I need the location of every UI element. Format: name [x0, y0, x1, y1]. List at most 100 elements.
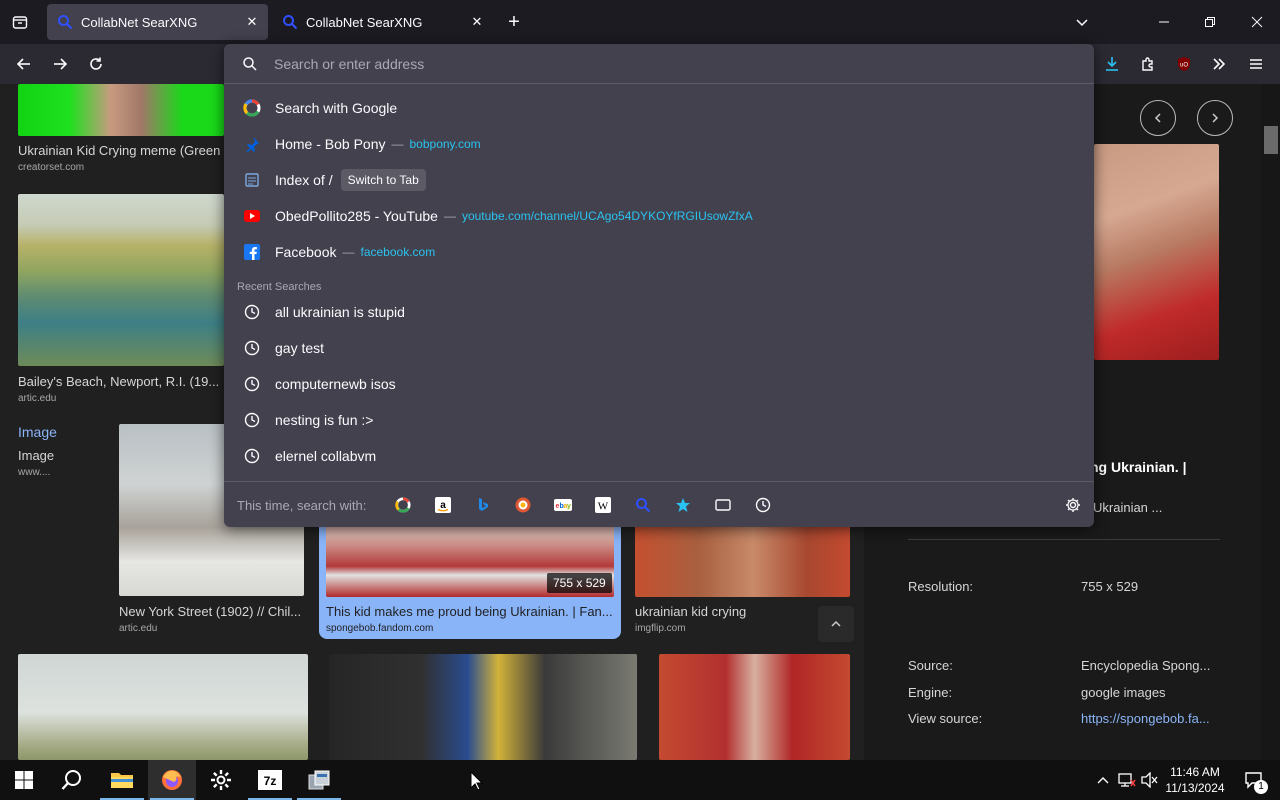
searxng-icon[interactable]: [631, 493, 655, 517]
forward-icon[interactable]: [48, 52, 72, 76]
view-source-link[interactable]: https://spongebob.fa...: [1081, 711, 1221, 726]
notifications-icon[interactable]: 1: [1234, 760, 1274, 800]
address-bar: [224, 44, 1094, 84]
duckduckgo-icon[interactable]: [511, 493, 535, 517]
bookmarks-star-icon[interactable]: [671, 493, 695, 517]
address-input[interactable]: [274, 54, 1054, 74]
firefox-view-icon[interactable]: [8, 10, 32, 34]
recent-search-item[interactable]: elernel collabvm: [232, 439, 1086, 473]
result-url: facebook.com: [360, 245, 436, 259]
facebook-icon: [242, 242, 262, 262]
scrollbar-thumb[interactable]: [1264, 126, 1278, 154]
result-caption[interactable]: New York Street (1902) // Chil...: [119, 604, 304, 619]
7zip-icon[interactable]: 7z: [246, 760, 294, 800]
result-caption[interactable]: Ukrainian Kid Crying meme (Green ...: [18, 143, 224, 158]
result-source: creatorset.com: [18, 162, 85, 173]
recent-search-item[interactable]: nesting is fun :>: [232, 403, 1086, 437]
menu-hamburger-icon[interactable]: [1244, 52, 1268, 76]
history-icon[interactable]: [751, 493, 775, 517]
detail-label: Engine:: [908, 685, 953, 700]
taskbar-clock[interactable]: 11:46 AM 11/13/2024: [1160, 764, 1230, 796]
result-separator: —: [342, 245, 355, 259]
result-image-crying-kid-green[interactable]: [18, 84, 224, 136]
previous-image-button[interactable]: [1140, 100, 1176, 136]
result-image-kid-crying-red[interactable]: [659, 654, 850, 760]
network-icon[interactable]: [1116, 760, 1138, 800]
result-image-kid-flag[interactable]: [329, 654, 637, 760]
result-title: ObedPollito285 - YouTube: [275, 208, 438, 224]
detail-image-preview[interactable]: [1094, 144, 1219, 360]
tray-chevron-up-icon[interactable]: [1094, 760, 1112, 800]
result-source: artic.edu: [119, 623, 158, 634]
minimize-icon[interactable]: [1150, 10, 1178, 34]
windows-taskbar: 7z 11:46 AM 11/13/2024 1: [0, 760, 1280, 800]
start-windows-icon[interactable]: [0, 760, 48, 800]
result-separator: —: [443, 209, 456, 223]
detail-label: Resolution:: [908, 579, 974, 594]
result-search-with-google[interactable]: Search with Google: [232, 91, 1086, 125]
installer-app-icon[interactable]: [295, 760, 343, 800]
result-caption[interactable]: Bailey's Beach, Newport, R.I. (19...: [18, 374, 224, 389]
result-index-of[interactable]: Index of / Switch to Tab: [232, 163, 1086, 197]
close-window-icon[interactable]: [1243, 10, 1271, 34]
mouse-cursor-icon: [470, 771, 484, 791]
result-home-bob-pony[interactable]: Home - Bob Pony — bobpony.com: [232, 127, 1086, 161]
overflow-chevron-icon[interactable]: [1207, 52, 1231, 76]
result-source: artic.edu: [18, 393, 57, 404]
result-youtube-channel[interactable]: ObedPollito285 - YouTube — youtube.com/c…: [232, 199, 1086, 233]
result-title: Home - Bob Pony: [275, 136, 386, 152]
result-url: youtube.com/channel/UCAgo54DYKOYfRGIUsow…: [461, 209, 753, 223]
svg-text:y: y: [567, 503, 571, 510]
tab-searxng-active[interactable]: CollabNet SearXNG ✕: [47, 4, 268, 40]
result-source: spongebob.fandom.com: [326, 623, 434, 634]
result-title: Index of /: [275, 172, 333, 188]
bing-icon[interactable]: [471, 493, 495, 517]
switch-to-tab-button[interactable]: Switch to Tab: [340, 169, 426, 191]
pin-icon: [242, 134, 262, 154]
result-source: www....: [18, 467, 51, 478]
volume-muted-icon[interactable]: [1140, 760, 1160, 800]
history-clock-icon: [242, 302, 262, 322]
amazon-icon[interactable]: a: [431, 493, 455, 517]
back-icon[interactable]: [12, 52, 36, 76]
google-icon[interactable]: [391, 493, 415, 517]
ublock-origin-icon[interactable]: uO: [1172, 52, 1196, 76]
reload-icon[interactable]: [84, 52, 108, 76]
detail-label: View source:: [908, 711, 983, 726]
tab-searxng[interactable]: CollabNet SearXNG ✕: [272, 4, 493, 40]
recent-search-text: elernel collabvm: [275, 448, 377, 464]
settings-gear-icon[interactable]: [197, 760, 245, 800]
svg-text:W: W: [598, 501, 609, 513]
downloads-icon[interactable]: [1100, 52, 1124, 76]
result-image-landscape[interactable]: [18, 654, 308, 760]
history-clock-icon: [242, 374, 262, 394]
firefox-taskbar-icon[interactable]: [148, 760, 196, 800]
svg-text:a: a: [440, 500, 446, 511]
scroll-top-button[interactable]: [818, 606, 854, 642]
file-explorer-icon[interactable]: [98, 760, 146, 800]
restore-icon[interactable]: [1196, 10, 1224, 34]
recent-search-item[interactable]: computernewb isos: [232, 367, 1086, 401]
svg-text:uO: uO: [1180, 63, 1188, 69]
taskbar-search-icon[interactable]: [48, 760, 96, 800]
wikipedia-icon[interactable]: W: [591, 493, 615, 517]
tab-title: CollabNet SearXNG: [306, 14, 423, 30]
result-caption[interactable]: This kid makes me proud being Ukrainian.…: [326, 604, 616, 619]
search-settings-gear-icon[interactable]: [1061, 493, 1085, 517]
next-image-button[interactable]: [1197, 100, 1233, 136]
page-scrollbar[interactable]: [1262, 84, 1280, 760]
recent-search-item[interactable]: gay test: [232, 331, 1086, 365]
tab-close-icon[interactable]: ✕: [244, 14, 260, 30]
new-tab-icon[interactable]: +: [502, 10, 526, 34]
ebay-icon[interactable]: ebay: [551, 493, 575, 517]
chevron-up-icon: [831, 620, 841, 627]
list-tabs-icon[interactable]: [1070, 10, 1094, 34]
detail-title[interactable]: ng Ukrainian. |: [1090, 459, 1187, 475]
tab-close-icon[interactable]: ✕: [469, 14, 485, 30]
tabs-icon[interactable]: [711, 493, 735, 517]
recent-search-item[interactable]: all ukrainian is stupid: [232, 295, 1086, 329]
result-facebook[interactable]: Facebook — facebook.com: [232, 235, 1086, 269]
result-image-baileys-beach[interactable]: [18, 194, 224, 366]
result-image-placeholder-link[interactable]: Image: [18, 424, 57, 440]
extensions-icon[interactable]: [1136, 52, 1160, 76]
